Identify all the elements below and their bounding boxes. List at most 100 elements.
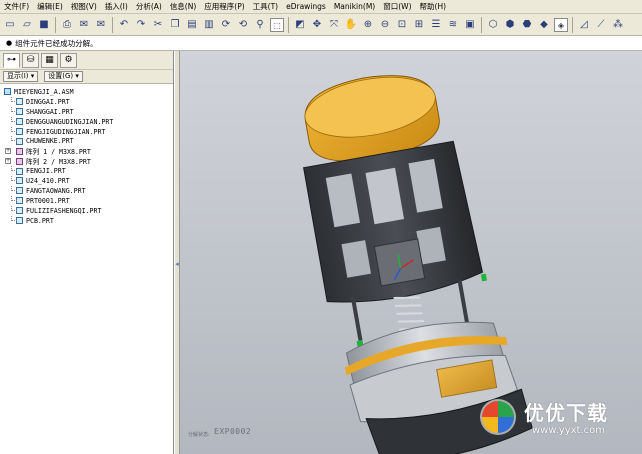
- zoom-out-icon[interactable]: ⊖: [378, 18, 392, 32]
- tree-item-label: FENGJI.PRT: [26, 167, 66, 176]
- copy-icon[interactable]: ❐: [168, 18, 182, 32]
- settings-dropdown-button[interactable]: 设置(G) ▾: [44, 71, 83, 82]
- refit-icon[interactable]: ⊡: [395, 18, 409, 32]
- assembly-icon: [4, 88, 11, 96]
- expand-icon[interactable]: +: [5, 158, 11, 165]
- redo-icon[interactable]: ↷: [134, 18, 148, 32]
- part-icon: [16, 197, 23, 205]
- cut-icon[interactable]: ✂: [151, 18, 165, 32]
- expand-icon[interactable]: +: [5, 148, 11, 155]
- paste-special-icon[interactable]: ▥: [202, 18, 216, 32]
- tree-item-pattern[interactable]: + 阵列 1 / M3X8.PRT: [4, 146, 173, 156]
- graphics-window[interactable]: 分解状态: EXP0002 优优下载 www.yyxt.com: [180, 51, 642, 454]
- part-icon: [16, 98, 23, 106]
- regenerate-icon[interactable]: ⟳: [219, 18, 233, 32]
- menu-analysis[interactable]: 分析(A): [136, 1, 162, 12]
- tree-item-label: U24_410.PRT: [26, 176, 70, 185]
- orient-mode-icon[interactable]: ⤧: [327, 18, 341, 32]
- wireframe-icon[interactable]: ⬡: [486, 18, 500, 32]
- main-toolbar: ▭ ▱ ■ ⎙ ✉ ✉ ↶ ↷ ✂ ❐ ▤ ▥ ⟳ ⟲ ⚲ ⬚ ◩ ✥ ⤧ ✋ …: [0, 14, 642, 36]
- find-icon[interactable]: ⚲: [253, 18, 267, 32]
- menu-edit[interactable]: 编辑(E): [37, 1, 63, 12]
- repaint-icon[interactable]: ◩: [293, 18, 307, 32]
- shaded-mode-icon[interactable]: ◈: [554, 17, 568, 32]
- tree-item-label: FULIZIFASHENGQI.PRT: [26, 206, 102, 215]
- mount-post: [457, 279, 470, 324]
- zoom-in-icon[interactable]: ⊕: [361, 18, 375, 32]
- tree-item-label: PCB.PRT: [26, 216, 54, 225]
- pro-engineer-window: 文件(F) 编辑(E) 视图(V) 插入(I) 分析(A) 信息(N) 应用程序…: [0, 0, 642, 454]
- tree-item-label: DENGGUANGUDINGJIAN.PRT: [26, 117, 114, 126]
- tree-item[interactable]: DENGGUANGUDINGJIAN.PRT: [4, 116, 173, 127]
- menu-applications[interactable]: 应用程序(P): [204, 1, 244, 12]
- selection-box-icon[interactable]: ⬚: [270, 17, 284, 32]
- open-folder-icon[interactable]: ▱: [20, 18, 34, 32]
- tree-root[interactable]: MIEYENGJI_A.ASM: [4, 87, 173, 97]
- menu-help[interactable]: 帮助(H): [420, 1, 447, 12]
- datum-planes-icon[interactable]: ◿: [577, 18, 591, 32]
- tree-item-label: DINGGAI.PRT: [26, 97, 70, 106]
- tree-item[interactable]: PRT0001.PRT: [4, 195, 173, 206]
- folder-browser-tab-icon[interactable]: ⛁: [22, 52, 39, 68]
- no-hidden-icon[interactable]: ⬣: [520, 18, 534, 32]
- saved-views-icon[interactable]: ☰: [429, 18, 443, 32]
- part-icon: [16, 177, 23, 185]
- layers-icon[interactable]: ≋: [446, 18, 460, 32]
- paste-icon[interactable]: ▤: [185, 18, 199, 32]
- menu-file[interactable]: 文件(F): [4, 1, 29, 12]
- regenerate-manager-icon[interactable]: ⟲: [236, 18, 250, 32]
- print-icon[interactable]: ⎙: [60, 18, 74, 32]
- explode-state-label: 分解状态:: [188, 432, 210, 438]
- tree-item-label: SHANGGAI.PRT: [26, 107, 74, 116]
- toolbar-separator: [288, 16, 289, 33]
- tree-item-pattern[interactable]: + 阵列 2 / M3X8.PRT: [4, 156, 173, 166]
- undo-icon[interactable]: ↶: [117, 18, 131, 32]
- tree-item[interactable]: PCB.PRT: [4, 215, 173, 226]
- navigator-tabs: ⊶ ⛁ ▦ ⚙: [0, 51, 173, 70]
- tree-item[interactable]: CHUWENKE.PRT: [4, 136, 173, 146]
- tree-item[interactable]: DINGGAI.PRT: [4, 96, 173, 107]
- datum-points-icon[interactable]: ⁂: [611, 18, 625, 32]
- part-icon: [16, 108, 23, 116]
- tree-item[interactable]: FULIZIFASHENGQI.PRT: [4, 205, 173, 216]
- datum-axes-icon[interactable]: ⟋: [594, 18, 608, 32]
- menu-manikin[interactable]: Manikin(M): [334, 2, 375, 11]
- menu-window[interactable]: 窗口(W): [383, 1, 411, 12]
- menu-view[interactable]: 视图(V): [71, 1, 97, 12]
- email-link-icon[interactable]: ✉: [94, 18, 108, 32]
- shading-icon[interactable]: ◆: [537, 18, 551, 32]
- tree-item[interactable]: FENGJI.PRT: [4, 166, 173, 176]
- model-tree-tab-icon[interactable]: ⊶: [3, 52, 20, 68]
- message-bullet-icon: ●: [6, 39, 13, 47]
- tree-item[interactable]: U24_410.PRT: [4, 176, 173, 186]
- pan-icon[interactable]: ✋: [344, 18, 358, 32]
- new-file-icon[interactable]: ▭: [3, 18, 17, 32]
- tree-item[interactable]: SHANGGAI.PRT: [4, 106, 173, 117]
- save-icon[interactable]: ■: [37, 18, 51, 32]
- menu-bar: 文件(F) 编辑(E) 视图(V) 插入(I) 分析(A) 信息(N) 应用程序…: [0, 0, 642, 14]
- show-dropdown-button[interactable]: 显示(I) ▾: [3, 71, 39, 82]
- menu-info[interactable]: 信息(N): [170, 1, 196, 12]
- part-icon: [16, 118, 23, 126]
- menu-insert[interactable]: 插入(I): [105, 1, 128, 12]
- part-icon: [16, 187, 23, 195]
- tree-item-label: 阵列 2 / M3X8.PRT: [26, 158, 91, 167]
- email-icon[interactable]: ✉: [77, 18, 91, 32]
- tree-item-label: 阵列 1 / M3X8.PRT: [26, 148, 91, 157]
- view-manager-icon[interactable]: ▣: [463, 18, 477, 32]
- menu-tools[interactable]: 工具(T): [253, 1, 278, 12]
- pattern-icon: [16, 147, 23, 155]
- favorites-tab-icon[interactable]: ▦: [41, 52, 58, 68]
- tree-item[interactable]: FENGJIGUDINGJIAN.PRT: [4, 126, 173, 137]
- collapse-arrow-icon[interactable]: ◂: [175, 259, 179, 269]
- model-tree-controls: 显示(I) ▾ 设置(G) ▾: [0, 70, 173, 84]
- reorient-icon[interactable]: ⊞: [412, 18, 426, 32]
- menu-edrawings[interactable]: eDrawings: [286, 2, 326, 11]
- spin-center-icon[interactable]: ✥: [310, 18, 324, 32]
- connections-tab-icon[interactable]: ⚙: [60, 52, 77, 68]
- toolbar-separator: [572, 16, 573, 33]
- tree-item-label: PRT0001.PRT: [26, 196, 70, 205]
- watermark-logo-icon: [480, 399, 516, 435]
- hidden-line-icon[interactable]: ⬢: [503, 18, 517, 32]
- tree-item[interactable]: FANGTAOWANG.PRT: [4, 185, 173, 196]
